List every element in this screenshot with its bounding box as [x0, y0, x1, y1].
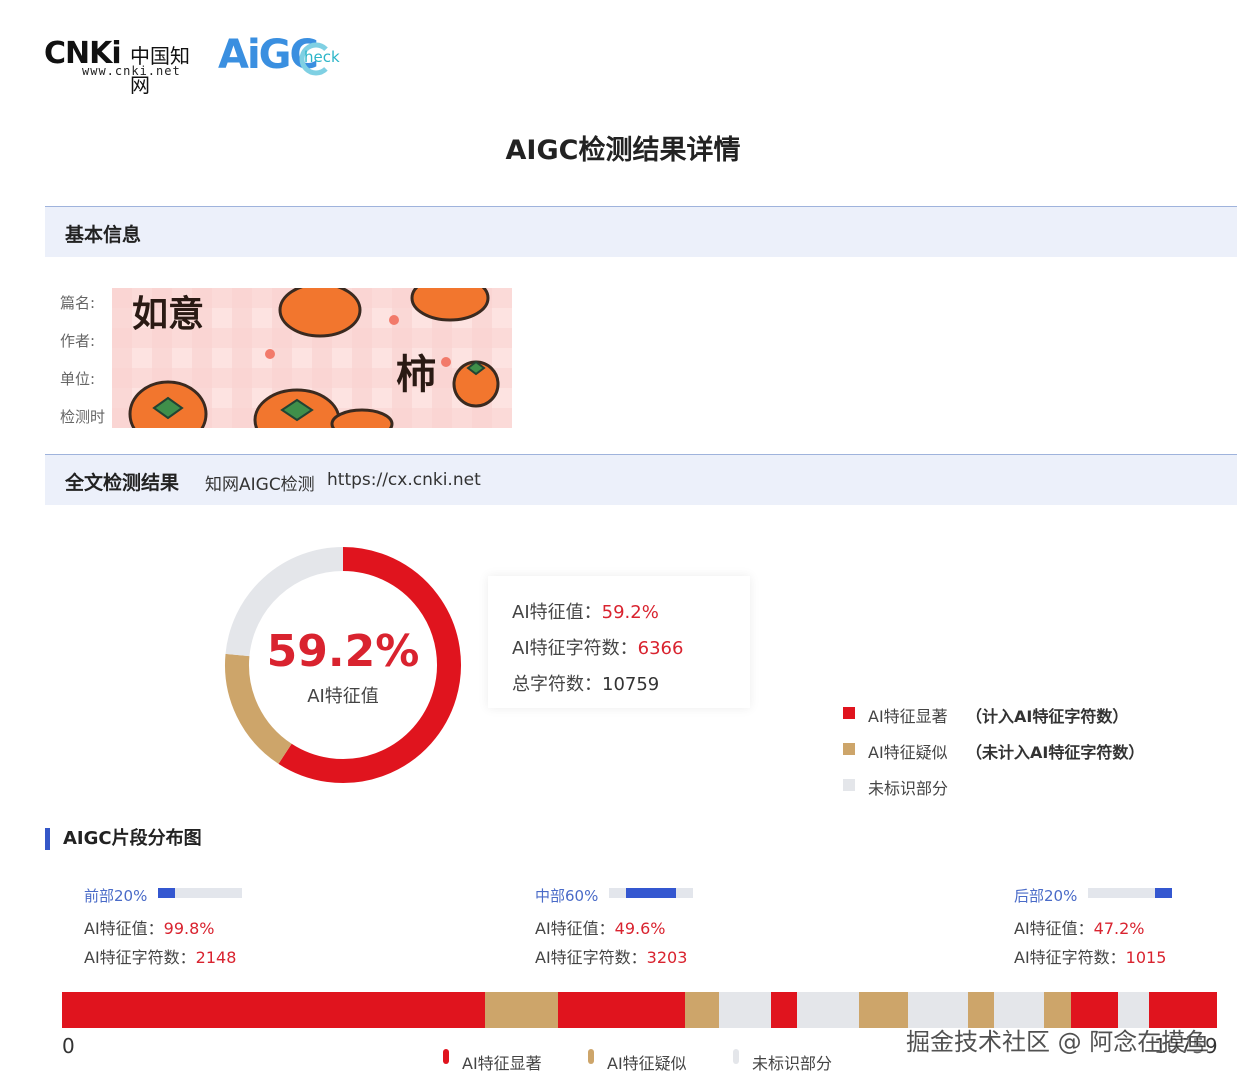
strip-segment-suspected[interactable] — [684, 992, 719, 1028]
bottom-legend-mark-suspected — [588, 1049, 594, 1064]
segment-head-middle: 中部60% — [535, 887, 599, 905]
basic-info-header: 基本信息 — [45, 206, 1237, 257]
segment-value-number: 99.8% — [163, 919, 215, 938]
fulltext-url-link[interactable]: https://cx.cnki.net — [327, 470, 481, 490]
donut-center-label: AI特征值 — [307, 686, 379, 707]
strip-segment-suspected[interactable] — [484, 992, 558, 1028]
stat-total-chars: 总字符数：10759 — [512, 670, 659, 696]
summary-stats-card: AI特征值：59.2% AI特征字符数：6366 总字符数：10759 — [488, 576, 750, 708]
segment-mini-fill-back — [1155, 888, 1172, 898]
segment-value-front: AI特征值：99.8% — [84, 915, 215, 939]
segment-mini-bar-back — [1088, 888, 1172, 898]
bottom-legend-mark-unmarked — [733, 1049, 739, 1064]
cnki-logo[interactable]: CNKi 中国知网 www.cnki.net — [44, 36, 209, 97]
segment-value-number: 49.6% — [614, 919, 666, 938]
segment-mini-fill-middle — [625, 888, 677, 898]
stat-ai-chars-number: 6366 — [637, 638, 684, 659]
info-label-author: 作者: — [60, 332, 96, 350]
juejin-watermark: 掘金技术社区 @ 阿念在摸鱼 — [906, 1028, 1210, 1056]
axis-start-label: 0 — [62, 1034, 75, 1058]
fulltext-result-title: 全文检测结果 — [65, 472, 180, 494]
segment-head-back: 后部20% — [1014, 887, 1078, 905]
cnki-logo-url: www.cnki.net — [82, 64, 181, 78]
segment-value-number: 47.2% — [1093, 919, 1145, 938]
sticker-text-shi: 柿 — [396, 351, 436, 398]
info-label-title: 篇名: — [60, 294, 96, 312]
segment-mini-fill-front — [158, 888, 175, 898]
persimmon-sticker-image: 如意 柿 — [112, 288, 512, 428]
strip-segment-unmarked[interactable] — [797, 992, 859, 1028]
strip-segment-significant[interactable] — [557, 992, 685, 1028]
bottom-legend-significant: AI特征显著 — [462, 1054, 542, 1073]
strip-segment-unmarked[interactable] — [718, 992, 771, 1028]
segment-value-label: AI特征值： — [1014, 919, 1094, 938]
legend-note-significant: （计入AI特征字符数） — [966, 707, 1129, 726]
info-label-unit: 单位: — [60, 370, 96, 388]
segment-chars-number: 3203 — [646, 948, 688, 967]
legend-swatch-significant — [843, 707, 855, 719]
segment-chars-number: 1015 — [1125, 948, 1167, 967]
bottom-legend-suspected: AI特征疑似 — [607, 1054, 687, 1073]
bottom-legend-unmarked: 未标识部分 — [752, 1054, 833, 1073]
segment-chars-label: AI特征字符数： — [1014, 948, 1126, 967]
legend-label-significant: AI特征显著 — [868, 707, 948, 726]
page-title: AIGC检测结果详情 — [505, 135, 741, 166]
stat-ai-value: AI特征值：59.2% — [512, 598, 659, 624]
donut-center-value: 59.2% — [266, 626, 420, 677]
legend-note-suspected: （未计入AI特征字符数） — [966, 743, 1145, 762]
legend-label-suspected: AI特征疑似 — [868, 743, 948, 762]
segment-value-middle: AI特征值：49.6% — [535, 915, 666, 939]
segment-head-front: 前部20% — [84, 887, 148, 905]
segment-chars-middle: AI特征字符数：3203 — [535, 944, 687, 968]
distribution-title: AIGC片段分布图 — [45, 828, 202, 850]
strip-segment-suspected[interactable] — [858, 992, 908, 1028]
fulltext-result-header: 全文检测结果 知网AIGC检测 https://cx.cnki.net — [45, 454, 1237, 505]
aigc-check-logo: AiGC heck — [218, 32, 358, 80]
segment-mini-bar-middle — [609, 888, 693, 898]
segment-value-label: AI特征值： — [535, 919, 615, 938]
aigc-logo-sub: heck — [304, 48, 340, 66]
bottom-legend-mark-significant — [443, 1049, 449, 1064]
stat-ai-value-label: AI特征值： — [512, 602, 602, 623]
strip-segment-significant[interactable] — [770, 992, 798, 1028]
stat-ai-chars-label: AI特征字符数： — [512, 638, 638, 659]
segment-chars-label: AI特征字符数： — [84, 948, 196, 967]
strip-segment-significant[interactable] — [62, 992, 485, 1028]
legend-swatch-suspected — [843, 743, 855, 755]
segment-value-back: AI特征值：47.2% — [1014, 915, 1145, 939]
segment-chars-front: AI特征字符数：2148 — [84, 944, 236, 968]
legend-swatch-unmarked — [843, 779, 855, 791]
stat-ai-value-number: 59.2% — [601, 602, 659, 623]
stat-total-chars-number: 10759 — [602, 674, 660, 695]
basic-info-title: 基本信息 — [65, 224, 142, 246]
segment-chars-label: AI特征字符数： — [535, 948, 647, 967]
segment-mini-bar-front — [158, 888, 242, 898]
segment-chars-number: 2148 — [195, 948, 237, 967]
stat-total-chars-label: 总字符数： — [512, 674, 602, 695]
sticker-text-ruyi: 如意 — [132, 293, 204, 335]
segment-value-label: AI特征值： — [84, 919, 164, 938]
legend-label-unmarked: 未标识部分 — [868, 779, 949, 798]
stat-ai-chars: AI特征字符数：6366 — [512, 634, 683, 660]
info-label-check-time: 检测时 — [60, 408, 106, 426]
segment-chars-back: AI特征字符数：1015 — [1014, 944, 1166, 968]
fulltext-source: 知网AIGC检测 — [205, 475, 315, 495]
